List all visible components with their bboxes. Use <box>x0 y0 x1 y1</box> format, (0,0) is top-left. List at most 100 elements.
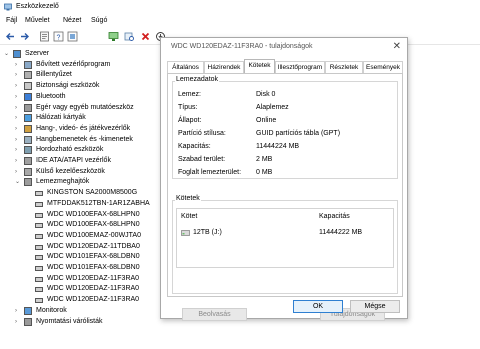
chevron-right-icon[interactable]: › <box>15 167 21 177</box>
tree-item-label: Szerver <box>25 50 50 57</box>
prop-label: Foglalt lemezterület: <box>178 169 242 176</box>
populate-button[interactable]: Beolvasás <box>182 308 247 321</box>
prop-value: Online <box>256 117 277 124</box>
device-category-icon <box>24 135 32 144</box>
tab-driver[interactable]: Illesztőprogram <box>275 61 325 73</box>
device-category-icon <box>24 71 32 80</box>
tree-item-label: WDC WD100EFAX-68LHPN0 <box>47 221 140 229</box>
device-category-icon <box>24 146 32 155</box>
chevron-right-icon[interactable]: › <box>15 81 21 91</box>
tree-item-label: WDC WD120EDAZ-11F3RA0 <box>47 296 140 304</box>
tree-item-label: WDC WD101EFAX-68LDBN0 <box>47 253 140 261</box>
prop-value: GUID partíciós tábla (GPT) <box>256 130 341 137</box>
chevron-right-icon[interactable]: › <box>15 60 21 70</box>
cancel-button[interactable]: Mégse <box>350 300 400 313</box>
device-category-icon <box>24 60 32 69</box>
tree-item-label: IDE ATA/ATAPI vezérlők <box>36 157 111 164</box>
tab-events[interactable]: Események <box>363 61 403 73</box>
prop-label: Szabad terület: <box>178 156 226 163</box>
volume-capacity: 11444222 MB <box>319 229 363 236</box>
forward-arrow-icon[interactable] <box>19 31 30 42</box>
chevron-right-icon[interactable]: › <box>15 113 21 123</box>
chevron-right-icon[interactable]: › <box>15 317 21 327</box>
chevron-right-icon[interactable]: › <box>15 124 21 134</box>
close-icon[interactable]: ✕ <box>393 41 401 52</box>
tree-item-label: WDC WD120EDAZ-11F3RA0 <box>47 274 140 282</box>
prop-value: 11444224 MB <box>256 143 300 150</box>
disk-drive-icon <box>35 276 43 282</box>
prop-label: Állapot: <box>178 117 202 124</box>
chevron-down-icon[interactable]: ⌄ <box>15 177 21 187</box>
prop-value: Disk 0 <box>256 91 276 98</box>
tree-item-label: Hordozható eszközök <box>36 146 104 154</box>
menu-help[interactable]: Súgó <box>91 17 107 24</box>
chevron-right-icon[interactable]: › <box>15 145 21 155</box>
prop-value: 0 MB <box>256 169 273 176</box>
scan-hardware-icon[interactable] <box>124 31 135 42</box>
disk-drive-icon <box>35 287 43 293</box>
menu-action[interactable]: Művelet <box>25 17 50 24</box>
tree-item-label: Bővített vezérlőprogram <box>36 60 111 68</box>
tab-volumes[interactable]: Kötetek <box>244 59 275 73</box>
monitor-icon[interactable] <box>108 31 119 42</box>
tab-strip: Általános Házirendek Kötetek Illesztőpro… <box>167 59 403 73</box>
device-category-icon <box>24 306 32 315</box>
prop-label: Típus: <box>178 104 198 111</box>
tab-policies[interactable]: Házirendek <box>204 61 244 73</box>
disk-drive-icon <box>35 223 43 229</box>
device-category-icon <box>24 167 32 176</box>
column-header-capacity[interactable]: Kapacitás <box>319 213 350 220</box>
chevron-right-icon[interactable]: › <box>15 92 21 102</box>
tree-item-label: Monitorok <box>36 306 67 314</box>
tree-item-label: Hangbemenetek és -kimenetek <box>36 135 133 143</box>
back-arrow-icon[interactable] <box>5 31 16 42</box>
prop-label: Lemez: <box>178 91 201 98</box>
chevron-right-icon[interactable]: › <box>15 156 21 166</box>
device-category-icon <box>24 103 32 112</box>
window-title: Eszközkezelő <box>16 3 59 10</box>
prop-label: Kapacitás: <box>178 143 211 150</box>
tree-item-label: Lemezmeghajtók <box>36 178 90 186</box>
volume-list[interactable]: Kötet Kapacitás 12TB (J:) 11444222 MB <box>176 208 394 268</box>
device-category-icon <box>24 124 32 133</box>
disk-drive-icon <box>35 266 43 271</box>
menu-file[interactable]: Fájl <box>6 17 17 24</box>
chevron-right-icon[interactable]: › <box>15 103 21 113</box>
chevron-right-icon[interactable]: › <box>15 306 21 316</box>
chevron-right-icon[interactable]: › <box>15 135 21 145</box>
device-category-icon <box>24 82 32 91</box>
volumes-tab-panel: Lemezadatok Lemez: Disk 0 Típus: Alaplem… <box>167 73 403 321</box>
tree-item-label: Egér vagy egyéb mutatóeszköz <box>36 103 134 111</box>
menu-view[interactable]: Nézet <box>63 17 81 24</box>
tree-item-label: KINGSTON SA2000M8500G <box>47 189 138 197</box>
device-category-icon <box>24 114 32 123</box>
tree-item-label: WDC WD120EDAZ-11F3RA0 <box>47 285 140 293</box>
help-icon[interactable]: ? <box>53 31 64 42</box>
tree-item-label: WDC WD100EFAX-68LHPN0 <box>47 210 140 218</box>
drive-icon <box>181 230 190 236</box>
disk-drive-icon <box>35 212 43 218</box>
disk-drive-icon <box>35 255 43 261</box>
menu-bar: Fájl Művelet Nézet Súgó <box>0 14 480 27</box>
tree-item-label: Hálózati kártyák <box>36 114 86 122</box>
tab-general[interactable]: Általános <box>167 61 204 73</box>
properties-icon[interactable] <box>39 31 50 42</box>
tree-item-label: Külső kezelőeszközök <box>36 167 105 175</box>
tree-item-label: Biztonsági eszközök <box>36 82 100 90</box>
column-header-volume[interactable]: Kötet <box>181 213 197 220</box>
chevron-right-icon[interactable]: › <box>15 70 21 80</box>
tab-details[interactable]: Részletek <box>325 61 363 73</box>
volumes-group-title: Kötetek <box>175 195 201 202</box>
device-category-icon <box>24 317 32 326</box>
chevron-down-icon[interactable]: ⌄ <box>4 49 10 59</box>
dialog-title: WDC WD120EDAZ-11F3RA0 - tulajdonságok <box>171 43 313 50</box>
device-manager-icon <box>4 3 12 11</box>
disk-drive-icon <box>35 298 43 304</box>
update-driver-icon[interactable] <box>67 31 78 42</box>
title-bar: Eszközkezelő <box>0 0 480 14</box>
tree-item-label: WDC WD120EDAZ-11TDBA0 <box>47 242 140 250</box>
ok-button[interactable]: OK <box>293 300 343 313</box>
volume-name[interactable]: 12TB (J:) <box>193 229 222 236</box>
uninstall-x-icon[interactable] <box>140 31 151 42</box>
device-category-icon <box>13 50 21 58</box>
